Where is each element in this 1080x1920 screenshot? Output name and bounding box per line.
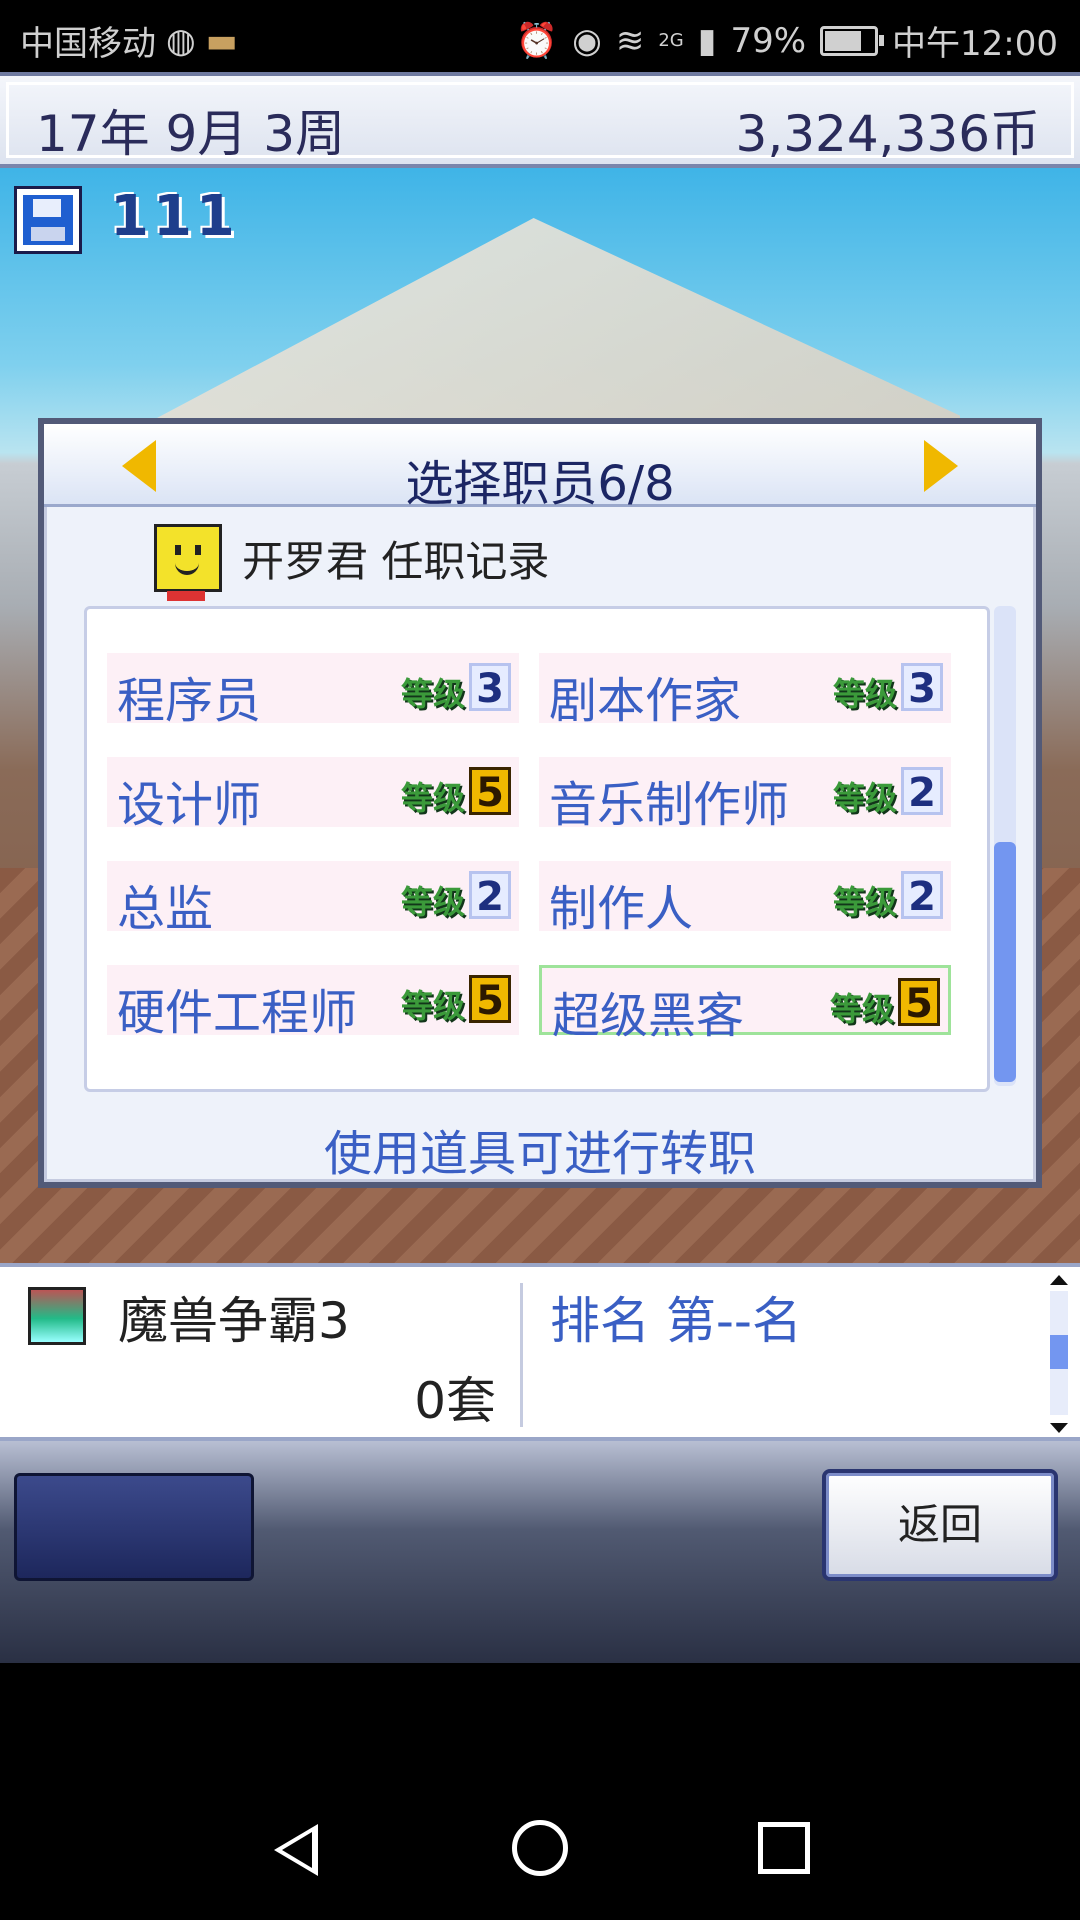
signal-icon: ▮ [697, 20, 717, 61]
nav-home-icon[interactable] [512, 1820, 568, 1876]
job-name: 程序员 [117, 673, 262, 729]
game-date: 17年 9月 3周 [36, 105, 346, 163]
scrollbar-thumb[interactable] [994, 842, 1016, 1082]
job-name: 总监 [117, 881, 214, 937]
network-label: 2G [658, 30, 684, 51]
level-label: 等级 [832, 883, 897, 921]
wallet-icon: ▬ [205, 20, 238, 61]
nav-recent-icon[interactable] [758, 1822, 810, 1874]
dialog-title: 选择职员6/8 [405, 456, 675, 512]
job-item-hardware-engineer[interactable]: 硬件工程师 等级 5 [107, 965, 519, 1041]
level-badge: 2 [469, 871, 511, 920]
game-info-panel: 魔兽争霸3 0套 排名 第--名 [0, 1263, 1080, 1441]
notification-icon: ◍ [166, 20, 196, 61]
status-bar: 中国移动 ◍ ▬ ⏰ ◉ ≋ 2G ▮ 79% 中午12:00 [0, 0, 1080, 72]
game-rank: 排名 第--名 [550, 1292, 802, 1350]
job-item-super-hacker[interactable]: 超级黑客 等级 5 [539, 965, 951, 1044]
level-badge: 5 [898, 978, 940, 1027]
game-title: 魔兽争霸3 [118, 1292, 350, 1350]
battery-percent: 79% [730, 20, 807, 61]
back-button[interactable]: 返回 [822, 1469, 1058, 1581]
bottom-controls: 返回 [0, 1441, 1080, 1663]
eye-icon: ◉ [572, 20, 602, 61]
level-label: 等级 [400, 779, 465, 817]
job-name: 硬件工程师 [117, 985, 358, 1041]
nav-back-icon[interactable] [274, 1824, 318, 1876]
level-label: 等级 [832, 675, 897, 713]
scrollbar-thumb[interactable] [1050, 1335, 1068, 1369]
job-name: 剧本作家 [549, 673, 742, 729]
job-list-scrollbar[interactable] [994, 606, 1016, 1086]
alarm-icon: ⏰ [515, 20, 559, 61]
game-sales: 0套 [414, 1372, 496, 1430]
job-name: 设计师 [117, 777, 262, 833]
level-label: 等级 [400, 987, 465, 1025]
scroll-down-icon[interactable] [1050, 1423, 1068, 1433]
level-label: 等级 [829, 990, 894, 1028]
wifi-icon: ≋ [615, 20, 645, 61]
save-count: 111 [110, 184, 239, 249]
money-display: 3,324,336币 [735, 105, 1040, 163]
panel-scrollbar[interactable] [1046, 1275, 1072, 1433]
job-item-music-producer[interactable]: 音乐制作师 等级 2 [539, 757, 951, 833]
job-name: 超级黑客 [552, 988, 745, 1044]
game-cover-icon [28, 1287, 86, 1345]
job-name: 制作人 [549, 881, 694, 937]
job-change-hint: 使用道具可进行转职 [323, 1126, 756, 1182]
scroll-up-icon[interactable] [1050, 1275, 1068, 1285]
right-arrow-icon[interactable] [924, 440, 958, 492]
clock: 中午12:00 [892, 24, 1058, 64]
floppy-disk-icon[interactable] [14, 186, 82, 254]
job-list: 程序员 等级 3 剧本作家 等级 3 设计师 等级 5 音乐制作师 等级 2 总… [84, 606, 990, 1092]
carrier-label: 中国移动 [20, 24, 156, 64]
staff-face-icon [154, 524, 222, 601]
job-item-scenario-writer[interactable]: 剧本作家 等级 3 [539, 653, 951, 729]
select-staff-dialog: 选择职员6/8 开罗君 任职记录 程序员 等级 3 剧本作家 等级 3 设计师 … [38, 418, 1042, 1188]
menu-button[interactable] [14, 1473, 254, 1581]
panel-divider [520, 1283, 523, 1427]
android-nav-bar [0, 1780, 1080, 1920]
job-item-producer[interactable]: 制作人 等级 2 [539, 861, 951, 937]
level-label: 等级 [400, 883, 465, 921]
battery-icon [820, 25, 885, 56]
job-item-designer[interactable]: 设计师 等级 5 [107, 757, 519, 833]
level-label: 等级 [832, 779, 897, 817]
job-item-director[interactable]: 总监 等级 2 [107, 861, 519, 937]
job-name: 音乐制作师 [549, 777, 790, 833]
level-badge: 2 [901, 871, 943, 920]
staff-record-title: 开罗君 任职记录 [242, 536, 550, 586]
dialog-header: 选择职员6/8 [44, 424, 1036, 512]
level-badge: 2 [901, 767, 943, 816]
staff-info: 开罗君 任职记录 [154, 524, 550, 601]
level-label: 等级 [400, 675, 465, 713]
level-badge: 3 [901, 663, 943, 712]
info-bar: 17年 9月 3周 3,324,336币 [0, 72, 1080, 168]
job-item-programmer[interactable]: 程序员 等级 3 [107, 653, 519, 729]
level-badge: 5 [469, 767, 511, 816]
level-badge: 3 [469, 663, 511, 712]
level-badge: 5 [469, 975, 511, 1024]
